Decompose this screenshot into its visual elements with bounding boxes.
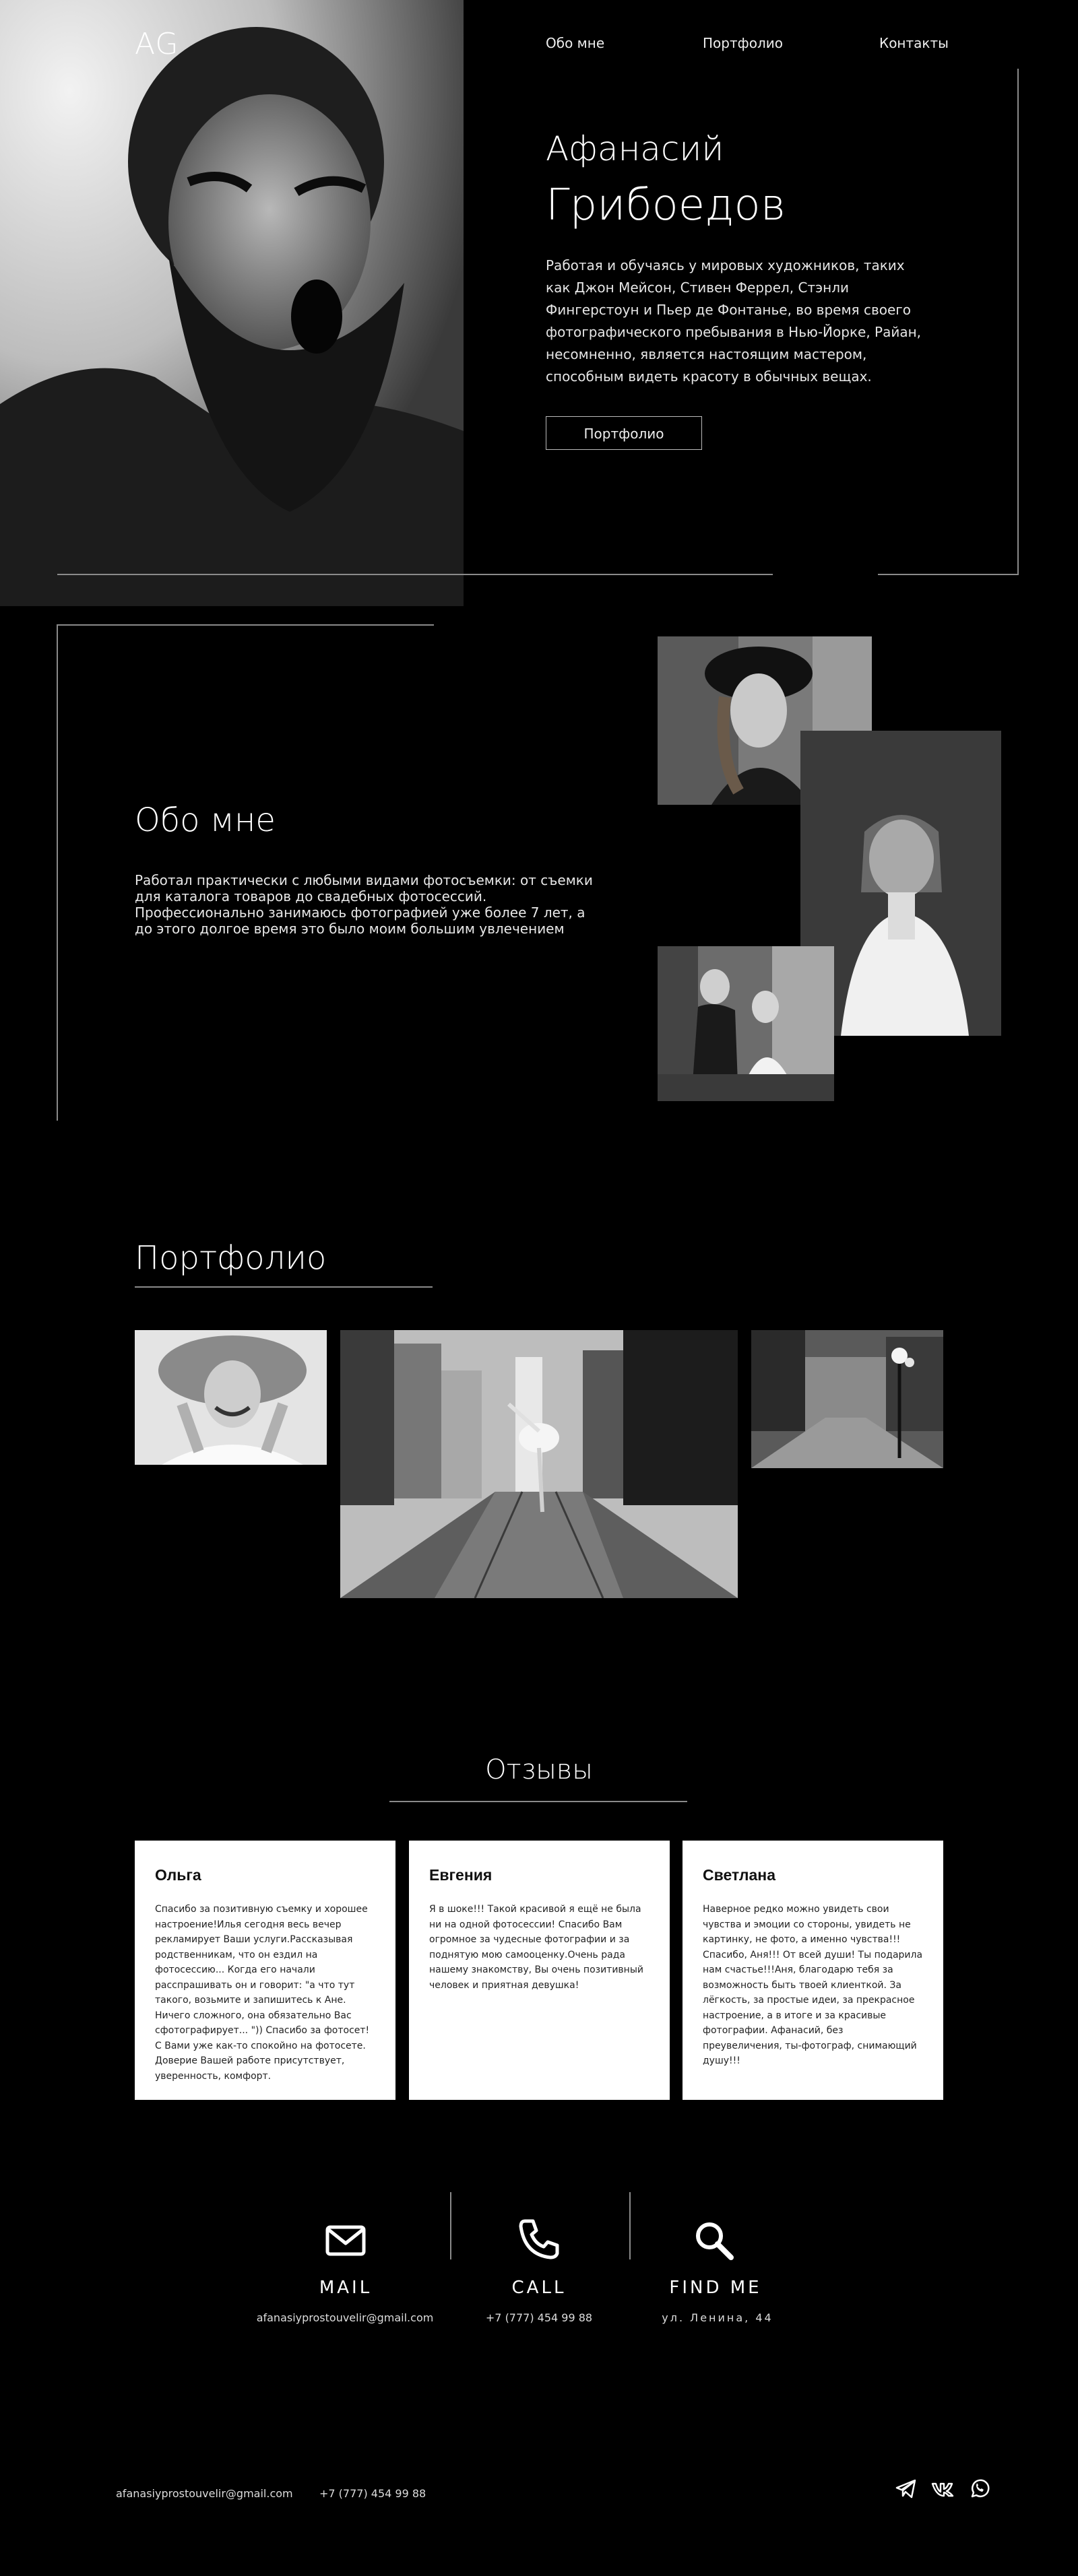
find-label: FIND ME [669,2278,762,2298]
review-author: Светлана [703,1866,775,1884]
review-card-evgenia: Евгения Я в шоке!!! Такой красивой я ещё… [409,1841,670,2100]
contacts-divider-1 [450,2192,451,2259]
logo[interactable]: AG [135,27,179,61]
portfolio-photo-smiling-woman[interactable] [135,1330,327,1465]
nav-portfolio[interactable]: Портфолио [703,35,783,51]
hero-portrait-photo [0,0,464,606]
about-frame-top [57,624,434,626]
whatsapp-icon[interactable] [968,2477,991,2500]
contacts-divider-2 [629,2192,631,2259]
reviews-title-underline [389,1801,687,1802]
hero-description: Работая и обучаясь у мировых художников,… [546,257,922,385]
hero-first-name: Афанасий [546,129,724,168]
find-value[interactable]: ул. Ленина, 44 [616,2311,819,2324]
hero-last-name: Грибоедов [546,180,786,230]
about-text: Работал практически с любыми видами фото… [135,872,593,937]
review-text: Я в шоке!!! Такой красивой я ещё не была… [429,1904,643,1991]
mail-label: MAIL [319,2278,373,2298]
review-text: Спасибо за позитивную съемку и хорошее н… [155,1904,370,2082]
review-text: Наверное редко можно увидеть свои чувств… [703,1904,923,2066]
nav-contacts[interactable]: Контакты [879,35,949,51]
hero-frame-bottom-right [878,574,1018,575]
portfolio-title-underline [135,1286,433,1288]
reviews-title: Отзывы [485,1754,593,1785]
about-frame-left [57,624,58,1121]
search-icon[interactable] [691,2217,738,2264]
portfolio-photo-night-street[interactable] [751,1330,943,1468]
mail-icon[interactable] [322,2218,369,2265]
footer-phone[interactable]: +7 (777) 454 99 88 [319,2487,426,2500]
review-card-olga: Ольга Спасибо за позитивную съемку и хор… [135,1841,395,2100]
footer-email[interactable]: afanasiyprostouvelir@gmail.com [116,2487,293,2500]
mail-value[interactable]: afanasiyprostouvelir@gmail.com [244,2311,446,2324]
about-photo-wedding [658,946,834,1101]
portfolio-button[interactable]: Портфолио [546,416,702,450]
call-value[interactable]: +7 (777) 454 99 88 [438,2311,640,2324]
vk-icon[interactable] [931,2477,954,2500]
nav-about[interactable]: Обо мне [546,35,604,51]
call-label: CALL [511,2278,567,2298]
phone-icon[interactable] [515,2216,563,2263]
review-author: Евгения [429,1866,493,1884]
review-author: Ольга [155,1866,201,1884]
hero-frame-right [1017,69,1019,575]
about-title: Обо мне [135,801,276,839]
telegram-icon[interactable] [895,2477,918,2500]
review-card-svetlana: Светлана Наверное редко можно увидеть св… [683,1841,943,2100]
portfolio-title: Портфолио [135,1239,327,1277]
portfolio-photo-ballerina-street[interactable] [340,1330,738,1598]
hero-frame-bottom-left [57,574,773,575]
